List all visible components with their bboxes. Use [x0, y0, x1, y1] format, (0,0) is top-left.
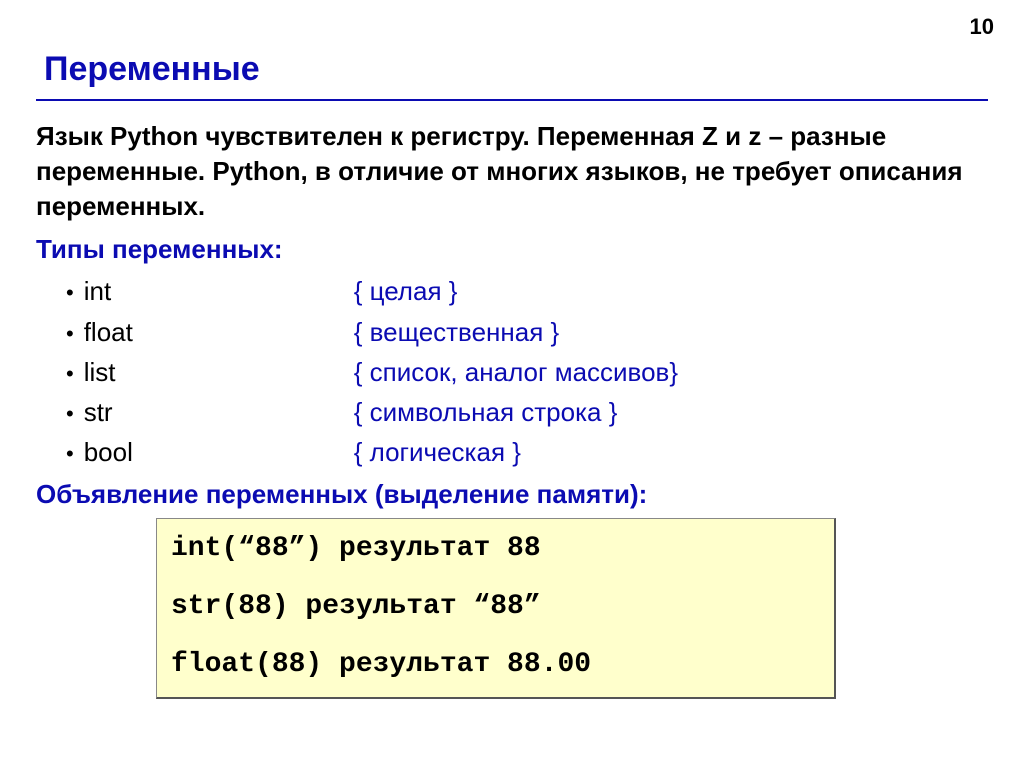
type-name: str [84, 392, 354, 432]
type-desc: { список, аналог массивов} [354, 352, 678, 392]
code-example-box: int(“88”) результат 88 str(88) результат… [156, 518, 836, 700]
bullet-icon: • [66, 276, 74, 310]
type-name: int [84, 271, 354, 311]
type-name: float [84, 312, 354, 352]
code-line: float(88) результат 88.00 [171, 649, 820, 681]
types-list: • int { целая } • float { вещественная }… [66, 271, 988, 472]
list-item: • str { символьная строка } [66, 392, 988, 432]
code-line: str(88) результат “88” [171, 591, 820, 623]
type-desc: { символьная строка } [354, 392, 618, 432]
title-divider [36, 99, 988, 101]
list-item: • float { вещественная } [66, 312, 988, 352]
bullet-icon: • [66, 397, 74, 431]
list-item: • int { целая } [66, 271, 988, 311]
types-heading: Типы переменных: [36, 234, 988, 265]
slide: 10 Переменные Язык Python чувствителен к… [0, 0, 1024, 767]
slide-title: Переменные [44, 50, 988, 89]
bullet-icon: • [66, 357, 74, 391]
type-desc: { вещественная } [354, 312, 560, 352]
list-item: • list { список, аналог массивов} [66, 352, 988, 392]
bullet-icon: • [66, 437, 74, 471]
bullet-icon: • [66, 317, 74, 351]
type-name: list [84, 352, 354, 392]
code-line: int(“88”) результат 88 [171, 533, 820, 565]
declaration-heading: Объявление переменных (выделение памяти)… [36, 479, 988, 510]
page-number: 10 [970, 14, 994, 40]
type-desc: { логическая } [354, 432, 521, 472]
list-item: • bool { логическая } [66, 432, 988, 472]
type-name: bool [84, 432, 354, 472]
type-desc: { целая } [354, 271, 458, 311]
intro-paragraph: Язык Python чувствителен к регистру. Пер… [36, 119, 980, 224]
